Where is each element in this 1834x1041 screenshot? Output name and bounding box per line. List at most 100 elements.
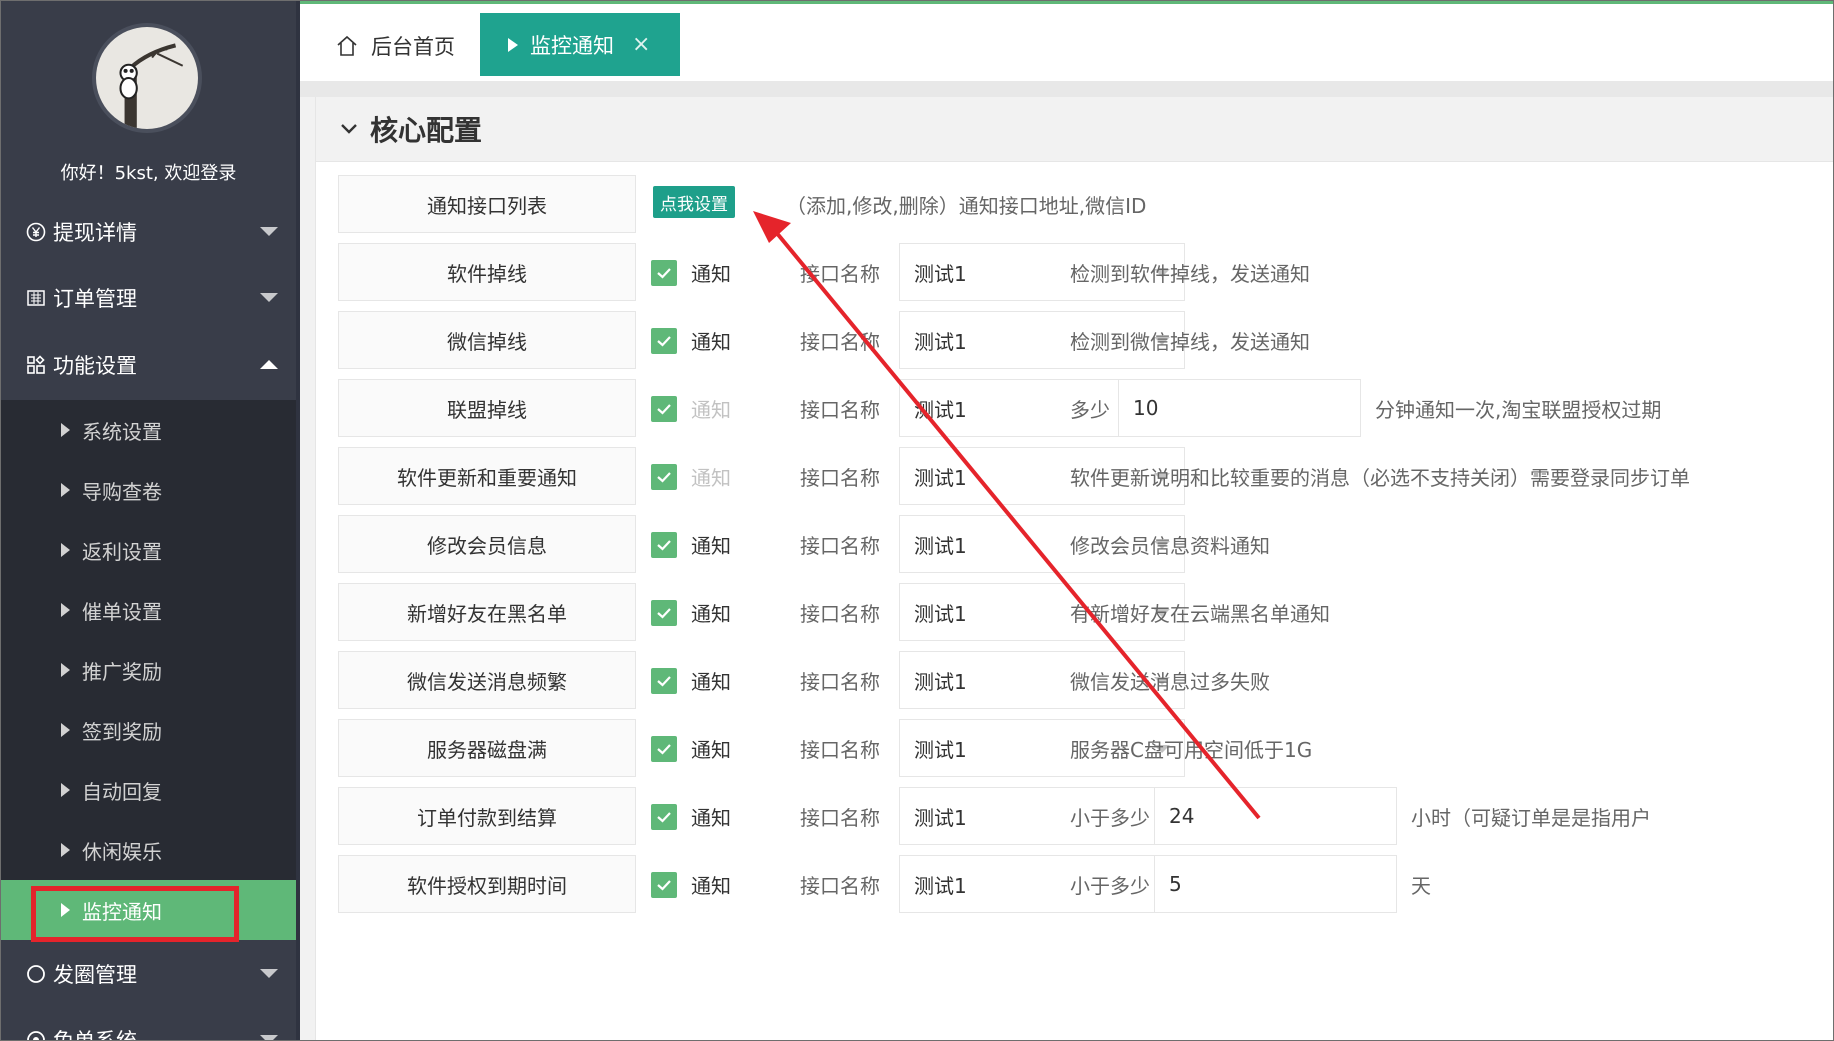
tab-bar: 后台首页 监控通知 × bbox=[300, 1, 1833, 81]
extra-label: 小于多少 bbox=[1070, 805, 1150, 830]
row-label: 软件掉线 bbox=[338, 243, 636, 301]
sub-item-label: 系统设置 bbox=[82, 419, 162, 444]
interface-name-label: 接口名称 bbox=[800, 737, 880, 762]
select-value: 测试1 bbox=[914, 533, 967, 558]
row-label: 软件授权到期时间 bbox=[338, 855, 636, 913]
row-label: 新增好友在黑名单 bbox=[338, 583, 636, 641]
sidebar-item-promotion-reward[interactable]: 推广奖励 bbox=[1, 640, 296, 700]
row-description: 检测到微信掉线，发送通知 bbox=[1070, 329, 1310, 354]
menu-label: 功能设置 bbox=[53, 354, 137, 378]
row-label: 修改会员信息 bbox=[338, 515, 636, 573]
menu-free-order-system[interactable]: 免单系统 bbox=[1, 1007, 296, 1040]
notify-checkbox[interactable] bbox=[651, 464, 677, 490]
greeting-text: 你好！5kst, 欢迎登录 bbox=[60, 163, 237, 184]
chevron-down-icon bbox=[341, 124, 357, 134]
main-content: 核心配置 通知接口列表 点我设置 （添加,修改,删除）通知接口地址,微信ID 软… bbox=[300, 97, 1833, 1040]
checkbox-label: 通知 bbox=[691, 397, 731, 422]
app-window: 你好！5kst, 欢迎登录 提现详情 订单管理 功能设置 系统设置 导购查卷 返… bbox=[0, 0, 1834, 1041]
menu-label: 发圈管理 bbox=[53, 963, 137, 987]
close-icon[interactable]: × bbox=[632, 32, 650, 57]
sub-item-label: 返利设置 bbox=[82, 539, 162, 564]
tab-monitor-notify[interactable]: 监控通知 × bbox=[480, 13, 680, 76]
checkmark-icon bbox=[657, 676, 671, 687]
menu-order-management[interactable]: 订单管理 bbox=[1, 265, 296, 331]
checkbox-label: 通知 bbox=[691, 737, 731, 762]
setup-button[interactable]: 点我设置 bbox=[653, 186, 735, 218]
number-input[interactable]: 10 bbox=[1118, 379, 1361, 437]
row-label: 服务器磁盘满 bbox=[338, 719, 636, 777]
triangle-right-icon bbox=[61, 423, 70, 437]
row-interface-list: 通知接口列表 点我设置 （添加,修改,删除）通知接口地址,微信ID bbox=[316, 175, 1833, 235]
interface-name-label: 接口名称 bbox=[800, 805, 880, 830]
sidebar-item-checkin-reward[interactable]: 签到奖励 bbox=[1, 700, 296, 760]
sidebar-item-reminder-settings[interactable]: 催单设置 bbox=[1, 580, 296, 640]
sidebar-item-rebate-settings[interactable]: 返利设置 bbox=[1, 520, 296, 580]
chevron-down-icon bbox=[260, 293, 278, 302]
notify-checkbox[interactable] bbox=[651, 736, 677, 762]
notify-checkbox[interactable] bbox=[651, 600, 677, 626]
function-settings-submenu: 系统设置 导购查卷 返利设置 催单设置 推广奖励 签到奖励 自动回复 休闲娱乐 … bbox=[1, 400, 296, 940]
triangle-right-icon bbox=[61, 663, 70, 677]
row-description: 软件更新说明和比较重要的消息（必选不支持关闭）需要登录同步订单 bbox=[1070, 465, 1690, 490]
number-input[interactable]: 5 bbox=[1154, 855, 1397, 913]
select-value: 测试1 bbox=[914, 737, 967, 762]
interface-name-label: 接口名称 bbox=[800, 533, 880, 558]
checkbox-label: 通知 bbox=[691, 465, 731, 490]
checkmark-icon bbox=[657, 336, 671, 347]
notify-checkbox[interactable] bbox=[651, 396, 677, 422]
checkmark-icon bbox=[657, 812, 671, 823]
sidebar-item-entertainment[interactable]: 休闲娱乐 bbox=[1, 820, 296, 880]
chevron-down-icon bbox=[260, 227, 278, 236]
chevron-up-icon bbox=[260, 360, 278, 369]
notify-checkbox[interactable] bbox=[651, 872, 677, 898]
gift-icon bbox=[25, 1029, 47, 1040]
settings-row: 新增好友在黑名单 通知 接口名称 测试1 有新增好友在云端黑名单通知 bbox=[316, 583, 1833, 643]
sub-item-label: 催单设置 bbox=[82, 599, 162, 624]
checkmark-icon bbox=[657, 404, 671, 415]
panel-header[interactable]: 核心配置 bbox=[316, 97, 1833, 162]
checkmark-icon bbox=[657, 472, 671, 483]
checkbox-label: 通知 bbox=[691, 533, 731, 558]
input-value: 5 bbox=[1169, 872, 1182, 896]
notify-checkbox[interactable] bbox=[651, 328, 677, 354]
checkbox-label: 通知 bbox=[691, 261, 731, 286]
row-description: 检测到软件掉线，发送通知 bbox=[1070, 261, 1310, 286]
input-value: 24 bbox=[1169, 804, 1195, 828]
list-icon bbox=[25, 287, 47, 309]
grid-icon bbox=[25, 354, 47, 376]
notify-checkbox[interactable] bbox=[651, 260, 677, 286]
interface-name-label: 接口名称 bbox=[800, 465, 880, 490]
triangle-right-icon bbox=[61, 783, 70, 797]
select-value: 测试1 bbox=[914, 601, 967, 626]
menu-moments-management[interactable]: 发圈管理 bbox=[1, 941, 296, 1007]
menu-label: 提现详情 bbox=[53, 221, 137, 245]
settings-row: 订单付款到结算 通知 接口名称 测试1 小于多少 24 小时（可疑订单是是指用户 bbox=[316, 787, 1833, 847]
notify-checkbox[interactable] bbox=[651, 804, 677, 830]
select-value: 测试1 bbox=[914, 805, 967, 830]
interface-name-label: 接口名称 bbox=[800, 601, 880, 626]
settings-row: 软件授权到期时间 通知 接口名称 测试1 小于多少 5 天 bbox=[316, 855, 1833, 915]
menu-function-settings[interactable]: 功能设置 bbox=[1, 332, 296, 398]
interface-name-label: 接口名称 bbox=[800, 397, 880, 422]
avatar[interactable] bbox=[92, 23, 202, 133]
chevron-down-icon bbox=[260, 969, 278, 978]
settings-row: 微信发送消息频繁 通知 接口名称 测试1 微信发送消息过多失败 bbox=[316, 651, 1833, 711]
sub-item-label: 推广奖励 bbox=[82, 659, 162, 684]
notify-checkbox[interactable] bbox=[651, 532, 677, 558]
chevron-down-icon bbox=[260, 1035, 278, 1040]
highlight-box bbox=[31, 886, 239, 942]
tab-home[interactable]: 后台首页 bbox=[335, 26, 455, 66]
settings-row: 联盟掉线 通知 接口名称 测试1 多少 10 分钟通知一次,淘宝联盟授权过期 bbox=[316, 379, 1833, 439]
number-input[interactable]: 24 bbox=[1154, 787, 1397, 845]
notify-checkbox[interactable] bbox=[651, 668, 677, 694]
sidebar-item-auto-reply[interactable]: 自动回复 bbox=[1, 760, 296, 820]
checkbox-label: 通知 bbox=[691, 329, 731, 354]
triangle-right-icon bbox=[61, 603, 70, 617]
menu-withdraw-details[interactable]: 提现详情 bbox=[1, 199, 296, 265]
settings-row: 修改会员信息 通知 接口名称 测试1 修改会员信息资料通知 bbox=[316, 515, 1833, 575]
yen-icon bbox=[25, 221, 47, 243]
checkbox-label: 通知 bbox=[691, 873, 731, 898]
tab-home-label: 后台首页 bbox=[371, 35, 455, 59]
sidebar-item-coupon-search[interactable]: 导购查卷 bbox=[1, 460, 296, 520]
sidebar-item-system-settings[interactable]: 系统设置 bbox=[1, 400, 296, 460]
